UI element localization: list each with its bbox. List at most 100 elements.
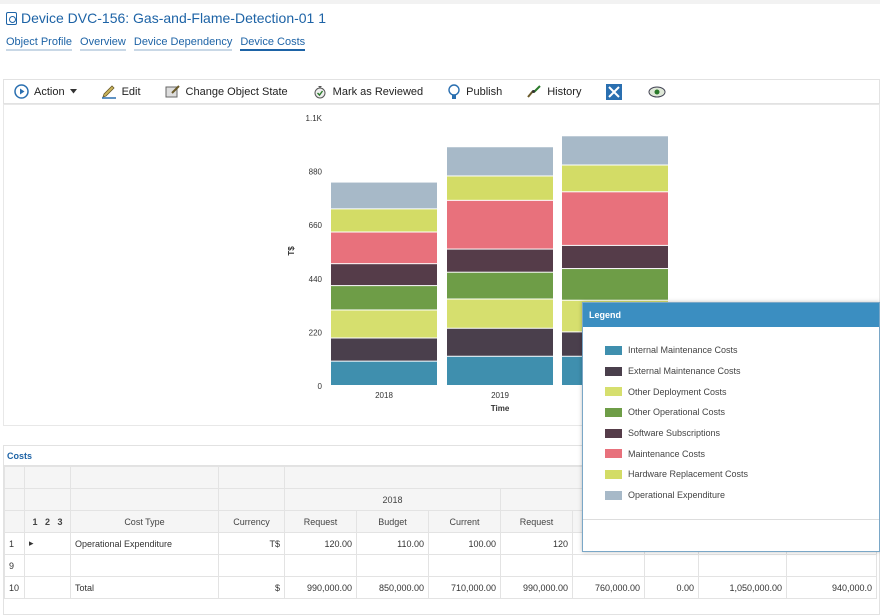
tab-device-costs[interactable]: Device Costs (240, 36, 306, 51)
bar-segment[interactable] (331, 338, 437, 361)
tab-object-profile[interactable]: Object Profile (6, 36, 73, 51)
legend-divider (583, 519, 879, 520)
pencil-icon (101, 85, 116, 99)
edit-button[interactable]: Edit (101, 84, 141, 99)
cell-value[interactable]: 100.00 (428, 532, 501, 555)
cell-cost-type: Operational Expenditure (70, 532, 219, 555)
bar-segment[interactable] (447, 328, 553, 356)
bar-segment[interactable] (331, 182, 437, 209)
bar-segment[interactable] (447, 200, 553, 249)
col-budget[interactable]: Budget (356, 510, 429, 533)
history-button[interactable]: History (526, 84, 581, 99)
legend-item[interactable]: Other Operational Costs (605, 402, 879, 423)
legend-swatch (605, 449, 622, 459)
bar-segment[interactable] (447, 249, 553, 272)
legend-swatch (605, 428, 622, 438)
expand-button[interactable] (605, 83, 623, 101)
legend-item[interactable]: Internal Maintenance Costs (605, 340, 879, 361)
device-icon (6, 11, 17, 25)
cell-total: 990,000.00 (284, 576, 357, 599)
page-title: Device DVC-156: Gas-and-Flame-Detection-… (6, 10, 326, 26)
cell-value[interactable]: 110.00 (356, 532, 429, 555)
legend-label: Operational Expenditure (628, 490, 726, 501)
play-circle-icon (14, 84, 29, 99)
toolbar: Action Edit Change Object State Mark as … (3, 79, 880, 104)
legend-swatch (605, 469, 622, 479)
legend-label: Hardware Replacement Costs (628, 469, 749, 480)
level-1[interactable]: 1 (32, 517, 37, 527)
legend-item[interactable]: Hardware Replacement Costs (605, 464, 879, 485)
level-2[interactable]: 2 (45, 517, 50, 527)
bar-segment[interactable] (447, 299, 553, 328)
row-number: 9 (4, 554, 25, 577)
legend-item[interactable]: Software Subscriptions (605, 423, 879, 444)
col-request[interactable]: Request (284, 510, 357, 533)
bar-segment[interactable] (447, 147, 553, 176)
legend-title: Legend (583, 303, 879, 327)
y-axis-label: T$ (287, 246, 296, 256)
cell-total: 0.00 (644, 576, 699, 599)
change-state-button[interactable]: Change Object State (165, 84, 288, 99)
mark-reviewed-button[interactable]: Mark as Reviewed (312, 84, 423, 99)
legend-item[interactable]: Operational Expenditure (605, 485, 879, 506)
y-tick-label: 0 (318, 382, 323, 391)
lightbulb-icon (448, 83, 460, 99)
table-row-total[interactable]: 10 Total $ 990,000.00 850,000.00 710,000… (4, 576, 877, 599)
bar-segment[interactable] (331, 232, 437, 264)
publish-button[interactable]: Publish (447, 83, 503, 100)
x-axis-label: Time (491, 404, 510, 413)
row-number: 10 (4, 576, 25, 599)
legend-item[interactable]: Maintenance Costs (605, 443, 879, 464)
bar-segment[interactable] (447, 176, 553, 200)
bar-segment[interactable] (562, 245, 668, 269)
legend-label: External Maintenance Costs (628, 366, 741, 377)
level-3[interactable]: 3 (58, 517, 63, 527)
y-tick-label: 880 (309, 168, 323, 177)
legend-label: Internal Maintenance Costs (628, 345, 738, 356)
col-currency[interactable]: Currency (218, 510, 285, 533)
action-button[interactable]: Action (14, 84, 77, 99)
view-button[interactable] (647, 84, 667, 99)
cell-value[interactable]: 120.00 (284, 532, 357, 555)
legend-popup[interactable]: Legend Internal Maintenance Costs Externa… (582, 302, 880, 552)
change-state-label: Change Object State (185, 85, 288, 98)
tab-bar: Object Profile Overview Device Dependenc… (6, 36, 306, 51)
tab-overview[interactable]: Overview (80, 36, 126, 51)
bar-segment[interactable] (562, 136, 668, 165)
bar-segment[interactable] (447, 356, 553, 385)
bar-segment[interactable] (331, 209, 437, 232)
cell-total: 850,000.00 (356, 576, 429, 599)
col-current[interactable]: Current (428, 510, 501, 533)
legend-item[interactable]: External Maintenance Costs (605, 361, 879, 382)
bar-segment[interactable] (331, 361, 437, 385)
top-strip (0, 0, 880, 4)
history-icon (527, 85, 541, 98)
legend-swatch (605, 345, 622, 355)
cell-currency: T$ (218, 532, 285, 555)
expand-toggle[interactable]: ▸ (24, 532, 71, 555)
bar-segment[interactable] (447, 272, 553, 299)
level-selector[interactable]: 1 2 3 (24, 510, 71, 533)
change-state-icon (165, 85, 180, 98)
bar-segment[interactable] (331, 310, 437, 338)
history-label: History (547, 85, 582, 98)
legend-label: Software Subscriptions (628, 428, 721, 439)
cell-value[interactable]: 120 (500, 532, 573, 555)
col-request-2[interactable]: Request (500, 510, 573, 533)
tab-device-dependency[interactable]: Device Dependency (133, 36, 233, 51)
y-tick-label: 440 (309, 275, 323, 284)
col-cost-type[interactable]: Cost Type (70, 510, 219, 533)
table-row[interactable]: 9 (4, 554, 877, 577)
bar-segment[interactable] (562, 269, 668, 300)
legend-item[interactable]: Other Deployment Costs (605, 381, 879, 402)
cell-total: 760,000.00 (572, 576, 645, 599)
bar-segment[interactable] (562, 165, 668, 192)
publish-label: Publish (466, 85, 503, 98)
cell-cost-type: Total (70, 576, 219, 599)
bar-segment[interactable] (562, 192, 668, 245)
cell-total: 990,000.00 (500, 576, 573, 599)
bar-segment[interactable] (331, 286, 437, 310)
y-tick-label: 220 (309, 328, 323, 337)
bar-segment[interactable] (331, 264, 437, 286)
y-tick-label: 660 (309, 221, 323, 230)
